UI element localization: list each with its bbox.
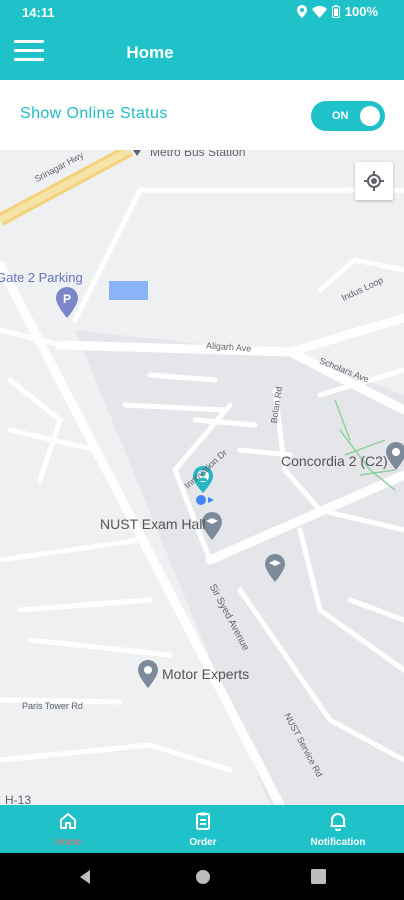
home-icon — [60, 813, 76, 829]
app-bar: Home — [0, 26, 404, 80]
recents-icon[interactable] — [311, 869, 326, 884]
bottom-navigation: Home Order Notification — [0, 805, 404, 853]
toggle-knob — [360, 106, 380, 126]
nav-home[interactable]: Home — [18, 805, 118, 853]
map-label-motor-experts: Motor Experts — [162, 666, 250, 682]
order-list-icon — [196, 812, 210, 830]
status-time: 14:11 — [22, 5, 55, 20]
home-circle-icon[interactable] — [195, 869, 211, 885]
bell-icon — [330, 813, 346, 831]
wifi-status-icon — [311, 5, 327, 18]
map-view[interactable]: P Metro Bus Station Srinagar Hwy Gate 2 … — [0, 150, 404, 805]
map-label-metro: Metro Bus Station — [150, 150, 246, 159]
nav-notification[interactable]: Notification — [288, 805, 388, 853]
svg-text:P: P — [63, 292, 71, 306]
system-navigation-bar — [0, 853, 404, 900]
map-label-gate2: Gate 2 Parking — [0, 270, 83, 285]
location-status-icon — [296, 5, 307, 18]
status-icons: 100% — [296, 4, 378, 19]
back-icon[interactable] — [77, 869, 93, 885]
motor-experts-pin-icon[interactable] — [138, 660, 158, 688]
nav-home-label: Home — [54, 837, 82, 848]
toggle-text: ON — [332, 110, 349, 122]
metro-station-icon — [133, 150, 141, 156]
map-label-h13: H-13 — [5, 793, 32, 805]
status-bar: 14:11 100% — [0, 0, 404, 26]
nav-order[interactable]: Order — [153, 805, 253, 853]
parking-pin-icon[interactable]: P — [56, 287, 78, 318]
battery-status-icon — [331, 5, 340, 18]
map-label-concordia: Concordia 2 (C2) — [281, 453, 388, 469]
battery-percent: 100% — [344, 4, 378, 19]
crosshair-icon — [364, 171, 384, 191]
online-status-toggle[interactable]: ON — [311, 101, 385, 131]
nav-notification-label: Notification — [310, 837, 366, 848]
page-title: Home — [126, 43, 174, 62]
map-label-paris-tower: Paris Tower Rd — [22, 701, 83, 711]
online-status-label: Show Online Status — [20, 105, 168, 122]
map-label-exam-hall: NUST Exam Hall — [100, 516, 206, 532]
my-location-button[interactable] — [355, 162, 393, 200]
nav-order-label: Order — [189, 837, 217, 848]
